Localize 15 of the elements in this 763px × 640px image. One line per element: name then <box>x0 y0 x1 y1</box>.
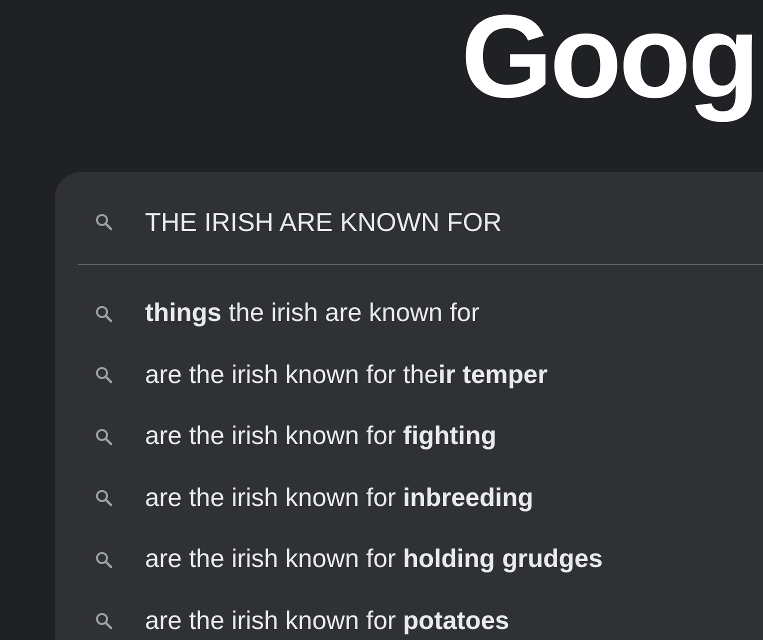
search-icon <box>95 213 113 231</box>
search-icon <box>95 612 113 630</box>
suggestion-item[interactable]: are the irish known for fighting <box>145 422 496 452</box>
search-icon <box>95 304 113 323</box>
search-icon <box>95 428 113 446</box>
search-icon <box>95 550 113 569</box>
suggestion-item[interactable]: are the irish known for inbreeding <box>145 484 534 513</box>
suggestion-item[interactable]: are the irish known for holding grudges <box>145 545 603 574</box>
search-field[interactable]: THE IRISH ARE KNOWN FOR <box>145 206 745 238</box>
suggestion-item[interactable]: things the irish are known for <box>145 299 480 328</box>
search-icon <box>95 489 113 508</box>
search-icon <box>95 366 113 384</box>
suggestion-item[interactable]: are the irish known for potatoes <box>145 606 510 636</box>
logo: Goog <box>460 0 757 125</box>
suggestion-item[interactable]: are the irish known for their temper <box>145 360 548 390</box>
